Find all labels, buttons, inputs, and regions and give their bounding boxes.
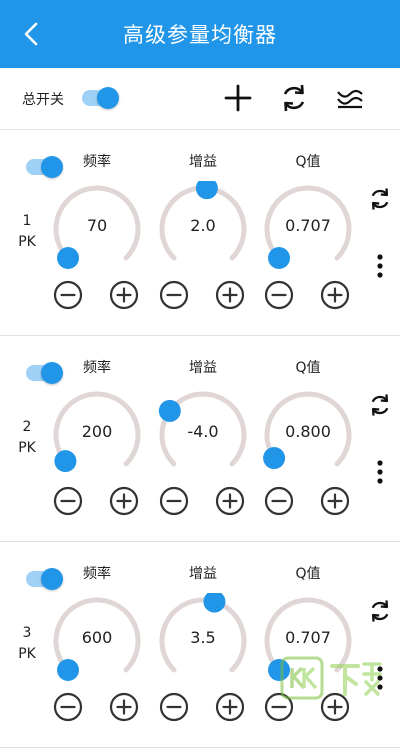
knob-handle [57,658,80,681]
frequency-increase-button[interactable] [109,280,139,310]
frequency-decrease-button[interactable] [53,280,83,310]
band-enable-toggle[interactable] [26,568,63,590]
q-factor-decrease-button[interactable] [264,280,294,310]
gain-increase-button[interactable] [215,692,245,722]
q-factor-increase-button[interactable] [320,486,350,516]
frequency-value: 200 [81,422,113,441]
frequency-decrease-button[interactable] [53,486,83,516]
frequency-label: 频率 [83,154,111,170]
band-enable-toggle[interactable] [26,156,63,178]
band-reset-icon[interactable] [367,186,393,212]
gain-decrease-button[interactable] [159,486,189,516]
reset-all-icon[interactable] [278,82,310,114]
master-switch-toggle[interactable] [82,87,119,109]
q-factor-increase-button[interactable] [320,280,350,310]
band-filter-type: PK [18,234,36,250]
toggle-knob [41,568,63,590]
frequency-increase-button[interactable] [109,486,139,516]
toggle-knob [41,362,63,384]
eq-band-2: 2 PK 频率 200 增益 -4.0 Q值 0.800 [0,337,400,542]
frequency-value: 600 [81,628,113,647]
band-enable-toggle[interactable] [26,362,63,384]
band-number: 1 [22,213,32,229]
kk-download-watermark-logo [280,656,382,700]
eq-band-1: 1 PK 频率 70 增益 2.0 Q值 0.707 [0,131,400,336]
toggle-knob [97,87,119,109]
knob-handle [268,246,291,269]
knob-handle [263,447,286,470]
knob-handle [195,181,218,200]
frequency-label: 频率 [83,566,111,582]
q-factor-label: Q值 [295,154,321,170]
q-factor-decrease-button[interactable] [264,486,294,516]
eq-band-3: 3 PK 频率 600 增益 3.5 Q值 0.707 [0,543,400,748]
gain-decrease-button[interactable] [159,692,189,722]
toggle-knob [41,156,63,178]
frequency-label: 频率 [83,360,111,376]
gain-label: 增益 [189,566,217,582]
gain-label: 增益 [189,154,217,170]
band-filter-type: PK [18,646,36,662]
gain-label: 增益 [189,360,217,376]
q-factor-label: Q值 [295,360,321,376]
frequency-decrease-button[interactable] [53,692,83,722]
q-factor-label: Q值 [295,566,321,582]
add-band-icon[interactable] [222,82,254,114]
knob-handle [54,450,77,473]
global-control-bar: 总开关 [0,68,400,130]
q-factor-value: 0.707 [285,216,331,235]
gain-value: 3.5 [190,628,216,647]
more-options-icon[interactable] [370,459,390,485]
master-switch-label: 总开关 [22,92,64,108]
q-factor-value: 0.707 [285,628,331,647]
gain-increase-button[interactable] [215,486,245,516]
knob-handle [203,593,226,613]
frequency-value: 70 [86,216,108,235]
top-app-bar: 高级参量均衡器 [0,0,400,68]
eq-curve-icon[interactable] [334,82,366,114]
band-number: 3 [22,625,32,641]
frequency-increase-button[interactable] [109,692,139,722]
gain-decrease-button[interactable] [159,280,189,310]
q-factor-value: 0.800 [285,422,331,441]
band-reset-icon[interactable] [367,598,393,624]
knob-handle [57,246,80,269]
band-reset-icon[interactable] [367,392,393,418]
gain-value: 2.0 [190,216,216,235]
page-title: 高级参量均衡器 [123,23,277,47]
gain-value: -4.0 [187,422,219,441]
band-filter-type: PK [18,440,36,456]
band-number: 2 [22,419,32,435]
knob-handle [158,399,181,422]
more-options-icon[interactable] [370,253,390,279]
gain-increase-button[interactable] [215,280,245,310]
